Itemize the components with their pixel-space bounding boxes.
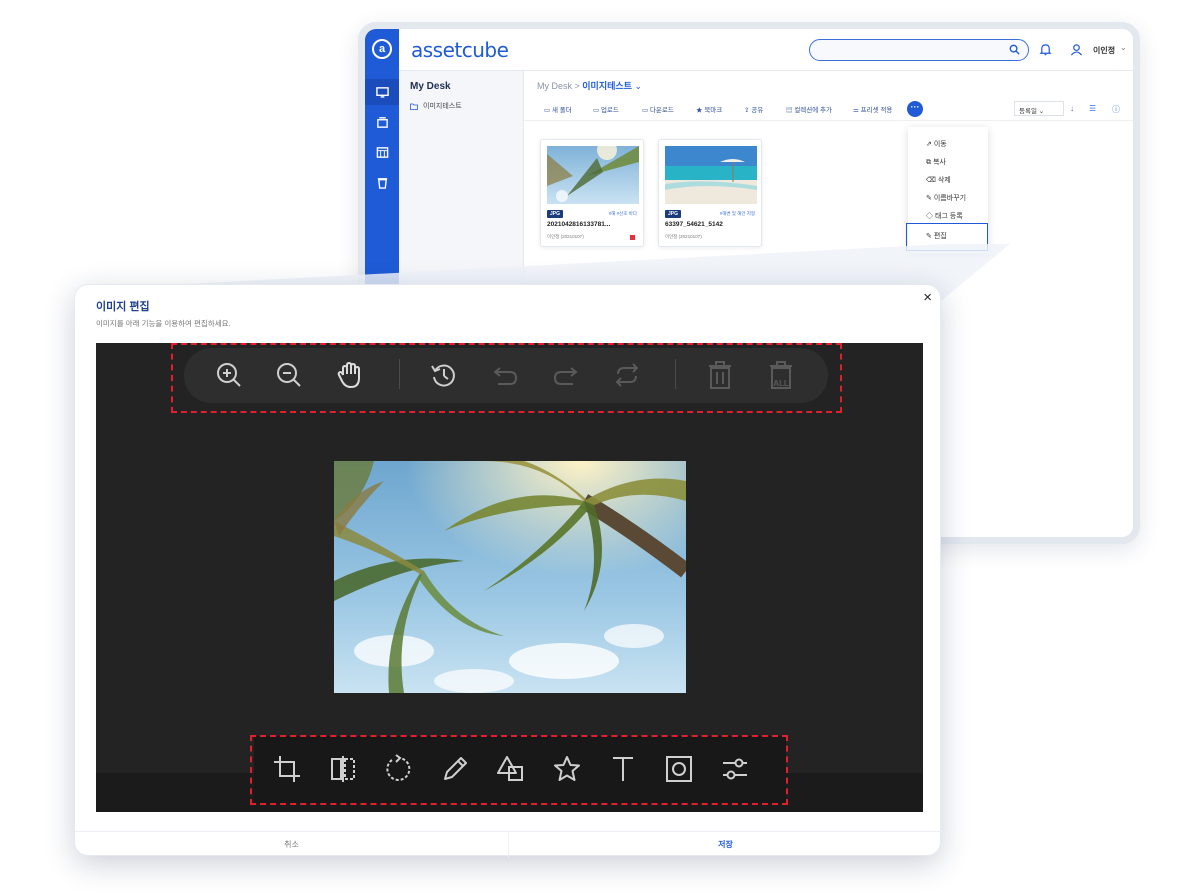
menu-selection-highlight	[906, 223, 988, 251]
folder-icon	[410, 103, 418, 110]
stage: a assetcube 이인정 ⌄ My Desk 이미지테스트 My Desk…	[0, 0, 1200, 895]
sidebar-folder-label: 이미지테스트	[423, 103, 462, 110]
toolbar: ▭ 새 폴더 ▭ 업로드 ▭ 다운로드 ★ 북마크 ⇪ 공유 ▤ 컬렉션에 추가…	[524, 97, 1133, 121]
delete-all-icon[interactable]: ALL	[763, 357, 799, 393]
flip-icon[interactable]	[325, 751, 361, 787]
delete-icon[interactable]	[702, 357, 738, 393]
user-icon[interactable]	[1070, 43, 1083, 56]
apply-preset-button[interactable]: ⚌ 프리셋 적용	[853, 104, 892, 114]
add-collection-button[interactable]: ▤ 컬렉션에 추가	[786, 104, 832, 114]
history-icon[interactable]	[426, 357, 462, 393]
share-button[interactable]: ⇪ 공유	[744, 104, 763, 114]
menu-item-tag[interactable]: ◇ 태그 등록	[926, 211, 963, 221]
breadcrumb-current[interactable]: 이미지테스트	[582, 81, 632, 91]
app-logo-icon[interactable]: a	[372, 39, 392, 59]
breadcrumb-root[interactable]: My Desk >	[537, 81, 580, 91]
asset-card[interactable]: JPG #해변 및 해안 지형 63397_54621_5142 이인정 (20…	[658, 139, 762, 247]
menu-item-rename[interactable]: ✎ 이름바꾸기	[926, 193, 966, 203]
asset-meta: 이인정 (20210107)	[665, 234, 702, 239]
undo-icon[interactable]	[487, 357, 523, 393]
dialog-subtitle: 이미지를 아래 기능을 이용하여 편집하세요.	[96, 319, 231, 328]
asset-meta: 이인정 (20210107)	[547, 234, 584, 239]
breadcrumb: My Desk > 이미지테스트 ⌄	[537, 79, 642, 92]
more-menu: ⇗ 이동 ⧉ 복사 ⌫ 삭제 ✎ 이름바꾸기 ◇ 태그 등록 ✎ 편집	[906, 127, 988, 253]
folder-stack-icon[interactable]	[365, 109, 399, 135]
asset-tags[interactable]: #해변 및 해안 지형	[720, 211, 755, 217]
menu-item-copy[interactable]: ⧉ 복사	[926, 157, 946, 167]
shape-icon[interactable]	[493, 751, 529, 787]
asset-thumbnail	[547, 146, 639, 204]
edit-image[interactable]	[334, 461, 686, 693]
search-icon[interactable]	[1009, 44, 1020, 55]
breadcrumb-chevron-icon[interactable]: ⌄	[634, 81, 642, 91]
redo-icon[interactable]	[548, 357, 584, 393]
save-button[interactable]: 저장	[509, 832, 942, 858]
asset-thumbnail	[665, 146, 757, 204]
asset-tags[interactable]: #해 #산호 바다	[609, 211, 637, 217]
app-header: assetcube 이인정 ⌄	[399, 29, 1133, 71]
file-type-badge: JPG	[665, 210, 682, 218]
sidebar-title[interactable]: My Desk	[410, 81, 451, 92]
download-button[interactable]: ▭ 다운로드	[642, 104, 674, 114]
star-icon[interactable]	[549, 751, 585, 787]
sort-select[interactable]: 등록일 ⌄	[1014, 101, 1064, 116]
bell-icon[interactable]	[1039, 43, 1052, 56]
toolbar-divider	[675, 359, 676, 389]
mask-icon[interactable]	[661, 751, 697, 787]
dialog-title: 이미지 편집	[96, 301, 150, 313]
user-menu-chevron-icon[interactable]: ⌄	[1120, 43, 1127, 52]
toolbar-divider	[399, 359, 400, 389]
image-edit-dialog: 이미지 편집 이미지를 아래 기능을 이용하여 편집하세요. × ALL 취소 …	[74, 284, 942, 858]
list-view-icon[interactable]: ☰	[1089, 104, 1096, 113]
calendar-icon[interactable]	[365, 139, 399, 165]
menu-item-edit[interactable]: ✎ 편집	[926, 231, 947, 241]
zoom-out-icon[interactable]	[271, 357, 307, 393]
bookmark-button[interactable]: ★ 북마크	[696, 104, 722, 114]
sort-direction-icon[interactable]: ↓	[1070, 104, 1074, 113]
filter-icon[interactable]	[717, 751, 753, 787]
asset-card[interactable]: JPG #해 #산호 바다 20210428161337​81... 이인정 (…	[540, 139, 644, 247]
desk-icon[interactable]	[365, 79, 399, 105]
asset-name[interactable]: 20210428161337​81...	[547, 221, 610, 228]
text-icon[interactable]	[605, 751, 641, 787]
svg-text:ALL: ALL	[773, 379, 789, 388]
brand-logo[interactable]: assetcube	[411, 38, 509, 62]
hand-icon[interactable]	[332, 357, 368, 393]
dialog-actions: 취소 저장	[75, 831, 942, 858]
asset-name[interactable]: 63397_54621_5142	[665, 221, 723, 228]
upload-button[interactable]: ▭ 업로드	[593, 104, 619, 114]
more-button[interactable]: ···	[907, 101, 923, 117]
user-name[interactable]: 이인정	[1093, 45, 1115, 56]
trash-icon[interactable]	[365, 169, 399, 195]
cancel-button[interactable]: 취소	[75, 832, 509, 858]
close-icon[interactable]: ×	[923, 290, 932, 305]
rotate-icon[interactable]	[381, 751, 417, 787]
new-folder-button[interactable]: ▭ 새 폴더	[544, 104, 572, 114]
status-dot	[630, 235, 635, 240]
search-input[interactable]	[809, 39, 1029, 61]
sidebar-item-folder[interactable]: 이미지테스트	[410, 101, 462, 111]
info-icon[interactable]: ⓘ	[1112, 104, 1120, 115]
zoom-in-icon[interactable]	[211, 357, 247, 393]
menu-item-delete[interactable]: ⌫ 삭제	[926, 175, 951, 185]
draw-icon[interactable]	[437, 751, 473, 787]
file-type-badge: JPG	[547, 210, 564, 218]
crop-icon[interactable]	[269, 751, 305, 787]
editor-canvas-area: ALL	[96, 343, 923, 812]
reset-icon[interactable]	[609, 357, 645, 393]
menu-item-move[interactable]: ⇗ 이동	[926, 139, 947, 149]
